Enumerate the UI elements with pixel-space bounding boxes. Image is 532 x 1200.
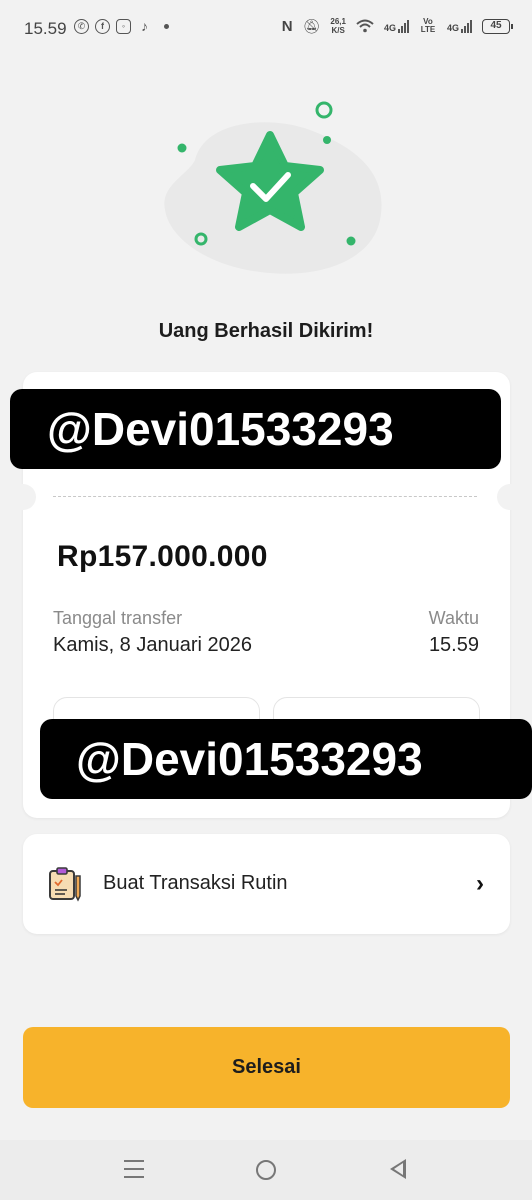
receipt-divider (53, 496, 477, 497)
recent-apps-icon[interactable] (124, 1160, 144, 1184)
transfer-time-label: Waktu (428, 608, 479, 628)
transfer-amount: Rp157.000.000 (57, 540, 268, 573)
facebook-icon: f (95, 19, 110, 34)
success-illustration (150, 100, 390, 280)
success-title: Uang Berhasil Dikirim! (158, 320, 374, 342)
watermark-overlay-top: @Devi01533293 (10, 389, 501, 469)
transfer-date-value: Kamis, 8 Januari 2026 (53, 634, 253, 656)
status-bar: 15.59 ✆ f ◦ ♪ N 🔕︎ 26,1 K/S 4G Vo LTE 4G… (0, 0, 532, 58)
system-status: N 🔕︎ 26,1 K/S 4G Vo LTE 4G 45 (281, 17, 513, 35)
transfer-date-label: Tanggal transfer (53, 608, 183, 628)
wifi-icon (356, 19, 374, 33)
battery-level: 45 (490, 19, 502, 31)
success-star-icon (164, 101, 382, 274)
sim1-network-type: 4G (383, 22, 396, 33)
battery-icon: 45 (482, 18, 513, 34)
network-speed: 26,1 K/S (330, 17, 346, 35)
notification-icons: ✆ f ◦ ♪ (74, 19, 169, 34)
signal-bars-icon (397, 19, 409, 33)
routine-transaction-row[interactable]: Buat Transaksi Rutin › (23, 834, 510, 934)
mute-bell-icon: 🔕︎ (302, 17, 321, 34)
status-time: 15.59 (24, 19, 67, 38)
more-notifications-icon (164, 24, 169, 29)
transfer-time-value: 15.59 (428, 634, 479, 656)
back-icon[interactable] (390, 1159, 406, 1179)
watermark-overlay-bottom: @Devi01533293 (40, 719, 532, 799)
nfc-icon: N (281, 17, 293, 35)
routine-transaction-label: Buat Transaksi Rutin (103, 872, 288, 894)
sim2-network-type: 4G (446, 22, 459, 33)
home-icon[interactable] (256, 1160, 276, 1180)
instagram-icon: ◦ (116, 19, 131, 34)
volte-label: Vo LTE (420, 17, 436, 34)
volte-indicator: Vo LTE (419, 18, 437, 34)
whatsapp-icon: ✆ (74, 19, 89, 34)
clipboard-pencil-icon (49, 867, 81, 902)
signal-sim1: 4G (383, 19, 409, 33)
tiktok-icon: ♪ (141, 18, 148, 34)
receipt-notch-left (10, 484, 36, 510)
receipt-notch-right (497, 484, 523, 510)
network-speed-unit: K/S (331, 26, 345, 35)
chevron-right-icon: › (476, 870, 484, 897)
signal-bars-icon (461, 19, 472, 33)
signal-sim2: 4G (446, 19, 472, 33)
network-speed-value: 26,1 (330, 17, 346, 26)
done-button[interactable]: Selesai (23, 1027, 510, 1108)
system-navigation-bar (0, 1140, 532, 1200)
